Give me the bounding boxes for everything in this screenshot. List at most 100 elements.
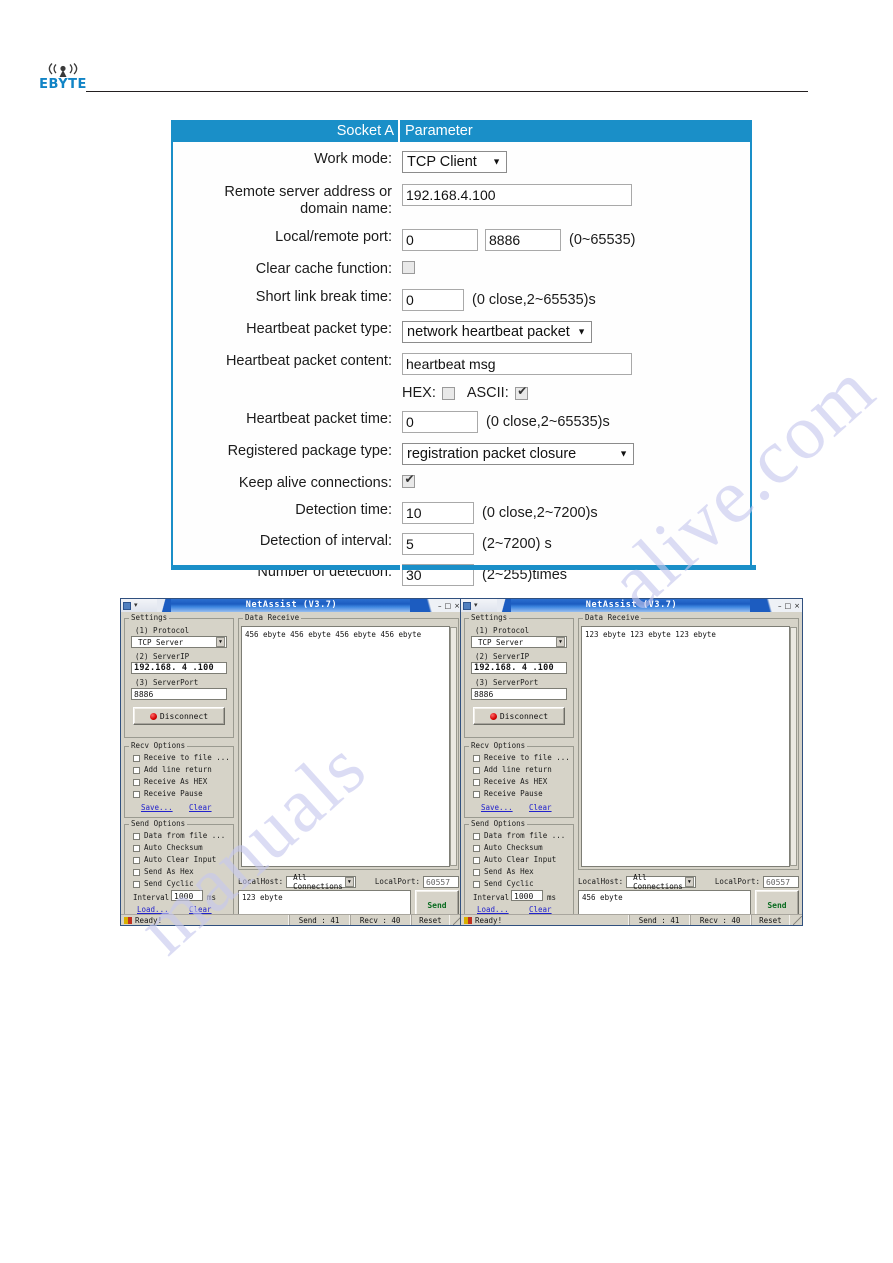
work-mode-select[interactable]: TCP Client ▼ — [402, 151, 507, 173]
detection-interval-hint: (2~7200) s — [482, 536, 552, 552]
row-heartbeat-type: Heartbeat packet type: network heartbeat… — [173, 321, 750, 343]
serverip-input-left[interactable]: 192.168. 4 .100 — [131, 662, 227, 674]
serverport-value: 8886 — [474, 690, 494, 699]
row-work-mode: Work mode: TCP Client ▼ — [173, 151, 750, 173]
protocol-label: (1) Protocol — [135, 626, 190, 635]
localhost-select-left[interactable]: All Connections ▼ — [286, 873, 356, 891]
send-as-hex-checkbox[interactable] — [133, 869, 140, 876]
localport-input-right[interactable]: 60557 — [762, 875, 799, 888]
recv-as-hex-checkbox[interactable] — [473, 779, 480, 786]
status-reset-button-right[interactable]: Reset — [750, 914, 791, 925]
send-clear-link[interactable]: Clear — [529, 905, 552, 914]
remote-port-input[interactable] — [485, 229, 561, 251]
label-short-link: Short link break time: — [255, 289, 392, 305]
send-load-link[interactable]: Load... — [137, 905, 169, 914]
detection-interval-input[interactable] — [402, 533, 474, 555]
label-detection-time: Detection time: — [295, 502, 392, 518]
auto-clear-input-checkbox[interactable] — [133, 857, 140, 864]
add-line-return-checkbox[interactable] — [133, 767, 140, 774]
protocol-value: TCP Server — [138, 637, 184, 647]
clear-cache-checkbox[interactable] — [402, 261, 415, 274]
recv-clear-link[interactable]: Clear — [529, 803, 552, 812]
send-load-link[interactable]: Load... — [477, 905, 509, 914]
remote-server-input[interactable] — [402, 184, 632, 206]
recv-to-file-label: Receive to file ... — [484, 753, 570, 762]
chevron-down-icon: ▼ — [492, 156, 501, 167]
recv-to-file-checkbox[interactable] — [133, 755, 140, 762]
localhost-select-right[interactable]: All Connections ▼ — [626, 873, 696, 891]
interval-unit: ms — [547, 893, 557, 902]
recv-pause-checkbox[interactable] — [133, 791, 140, 798]
netassist-windows: ▾ NetAssist (V3.7) – □ × Settings (1) Pr… — [0, 598, 893, 926]
ready-flag-icon — [464, 916, 472, 924]
hex-checkbox[interactable] — [441, 386, 455, 400]
keep-alive-checkbox[interactable] — [402, 472, 416, 488]
auto-checksum-label: Auto Checksum — [484, 843, 543, 852]
send-text-left: 123 ebyte — [242, 893, 283, 902]
auto-clear-input-checkbox[interactable] — [473, 857, 480, 864]
registered-type-select[interactable]: registration packet closure ▼ — [402, 443, 634, 465]
localport-input-left[interactable]: 60557 — [422, 875, 459, 888]
data-receive-textarea-left[interactable]: 456 ebyte 456 ebyte 456 ebyte 456 ebyte — [241, 626, 450, 867]
serverport-input-left[interactable]: 8886 — [131, 688, 227, 700]
maximize-button[interactable]: □ — [785, 602, 792, 610]
row-heartbeat-content: Heartbeat packet content: — [173, 353, 750, 375]
serverport-input-right[interactable]: 8886 — [471, 688, 567, 700]
heartbeat-content-input[interactable] — [402, 353, 632, 375]
status-reset-button-left[interactable]: Reset — [410, 914, 451, 925]
resize-grip-icon[interactable] — [793, 915, 802, 925]
protocol-select-right[interactable]: TCP Server ▼ — [471, 636, 567, 648]
data-receive-textarea-right[interactable]: 123 ebyte 123 ebyte 123 ebyte — [581, 626, 790, 867]
data-from-file-checkbox[interactable] — [473, 833, 480, 840]
data-receive-scrollbar-right[interactable] — [790, 627, 797, 866]
recv-pause-checkbox[interactable] — [473, 791, 480, 798]
serverport-label: (3) ServerPort — [135, 678, 199, 687]
heartbeat-time-hint: (0 close,2~65535)s — [486, 414, 610, 430]
recv-as-hex-checkbox[interactable] — [133, 779, 140, 786]
detection-time-input[interactable] — [402, 502, 474, 524]
heartbeat-type-select[interactable]: network heartbeat packet ▼ — [402, 321, 592, 343]
recv-save-link[interactable]: Save... — [481, 803, 513, 812]
recv-as-hex-label: Receive As HEX — [484, 777, 548, 786]
protocol-value: TCP Server — [478, 637, 524, 647]
recv-to-file-checkbox[interactable] — [473, 755, 480, 762]
recv-save-link[interactable]: Save... — [141, 803, 173, 812]
status-send-count-left: Send : 41 — [288, 914, 350, 925]
minimize-button[interactable]: – — [778, 602, 782, 610]
port-hint: (0~65535) — [569, 232, 636, 248]
interval-input-right[interactable]: 1000 — [511, 890, 543, 901]
short-link-hint: (0 close,2~65535)s — [472, 292, 596, 308]
page-header: EBYTE — [0, 58, 893, 98]
send-as-hex-checkbox[interactable] — [473, 869, 480, 876]
titlebar-right[interactable]: ▾ NetAssist (V3.7) – □ × — [461, 599, 802, 612]
maximize-button[interactable]: □ — [445, 602, 452, 610]
label-work-mode: Work mode: — [314, 151, 392, 167]
row-encoding: HEX: ASCII: — [173, 384, 750, 402]
auto-checksum-checkbox[interactable] — [133, 845, 140, 852]
add-line-return-checkbox[interactable] — [473, 767, 480, 774]
recv-options-title: Recv Options — [129, 741, 188, 750]
socket-header-left: Socket A — [173, 120, 400, 142]
send-cyclic-checkbox[interactable] — [473, 881, 480, 888]
data-from-file-checkbox[interactable] — [133, 833, 140, 840]
protocol-select-left[interactable]: TCP Server ▼ — [131, 636, 227, 648]
short-link-input[interactable] — [402, 289, 464, 311]
close-button[interactable]: × — [794, 602, 800, 610]
auto-checksum-checkbox[interactable] — [473, 845, 480, 852]
heartbeat-time-input[interactable] — [402, 411, 478, 433]
send-options-title: Send Options — [129, 819, 188, 828]
minimize-button[interactable]: – — [438, 602, 442, 610]
ascii-checkbox[interactable] — [514, 384, 529, 400]
recv-pause-label: Receive Pause — [144, 789, 203, 798]
send-clear-link[interactable]: Clear — [189, 905, 212, 914]
serverip-input-right[interactable]: 192.168. 4 .100 — [471, 662, 567, 674]
disconnect-button-left[interactable]: Disconnect — [133, 707, 225, 725]
interval-input-left[interactable]: 1000 — [171, 890, 203, 901]
titlebar-left[interactable]: ▾ NetAssist (V3.7) – □ × — [121, 599, 462, 612]
disconnect-button-right[interactable]: Disconnect — [473, 707, 565, 725]
send-cyclic-checkbox[interactable] — [133, 881, 140, 888]
data-receive-scrollbar-left[interactable] — [450, 627, 457, 866]
label-ascii: ASCII: — [466, 385, 509, 401]
recv-clear-link[interactable]: Clear — [189, 803, 212, 812]
local-port-input[interactable] — [402, 229, 478, 251]
